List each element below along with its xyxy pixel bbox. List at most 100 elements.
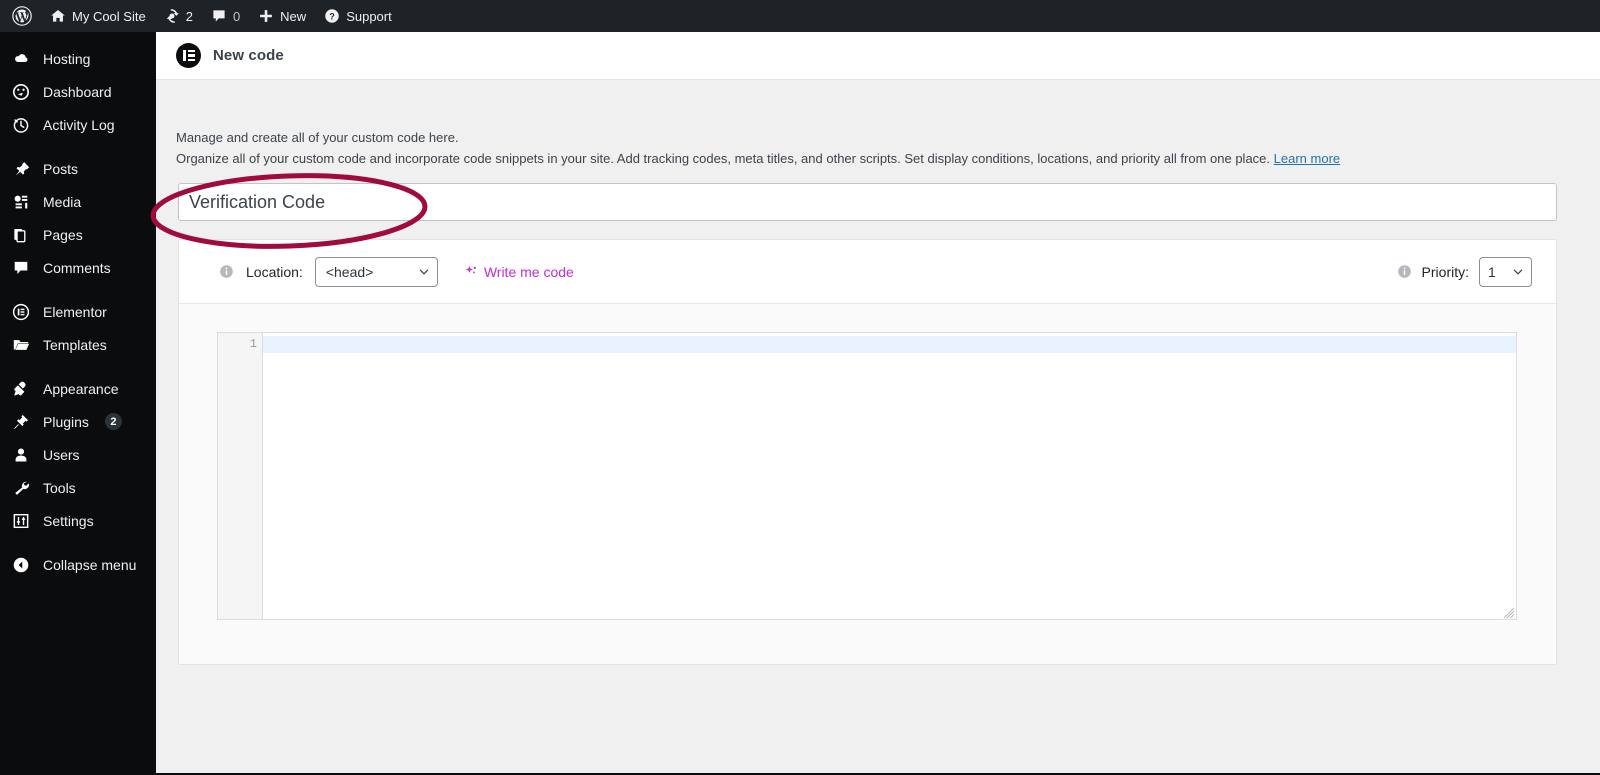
sidebar-item-tools[interactable]: Tools bbox=[0, 471, 155, 504]
sidebar-item-settings[interactable]: Settings bbox=[0, 504, 155, 537]
sidebar-separator bbox=[0, 361, 155, 372]
plus-icon bbox=[258, 8, 274, 24]
location-label: Location: bbox=[246, 263, 303, 280]
sidebar-item-label: Hosting bbox=[43, 50, 91, 67]
sidebar-item-label: Dashboard bbox=[43, 83, 112, 100]
user-icon bbox=[11, 446, 31, 464]
sidebar-item-activity-log[interactable]: Activity Log bbox=[0, 108, 155, 141]
resize-grip-icon[interactable] bbox=[1503, 606, 1515, 619]
wrench-icon bbox=[11, 479, 31, 497]
svg-text:?: ? bbox=[330, 12, 335, 22]
priority-label: Priority: bbox=[1421, 263, 1469, 280]
title-field-row bbox=[156, 169, 1600, 221]
comments-button[interactable]: 0 bbox=[202, 0, 249, 32]
sidebar-item-label: Plugins bbox=[43, 413, 89, 430]
sidebar-item-collapse-menu[interactable]: Collapse menu bbox=[0, 548, 155, 581]
updates-icon bbox=[164, 8, 180, 24]
elementor-icon bbox=[11, 303, 31, 321]
pin-icon bbox=[11, 160, 31, 178]
wp-admin-bar: My Cool Site 2 0 New ? Support bbox=[0, 0, 1600, 32]
sidebar-item-dashboard[interactable]: Dashboard bbox=[0, 75, 155, 108]
sidebar-item-label: Settings bbox=[43, 512, 94, 529]
support-button[interactable]: ? Support bbox=[315, 0, 401, 32]
site-name-label: My Cool Site bbox=[72, 8, 146, 24]
location-select[interactable]: <head> bbox=[314, 256, 438, 287]
description-line-2: Organize all of your custom code and inc… bbox=[176, 149, 1600, 169]
location-select-wrapper: <head> bbox=[314, 256, 438, 287]
plugins-update-badge: 2 bbox=[104, 413, 122, 430]
media-icon bbox=[11, 193, 31, 211]
location-controls: Location: <head> Write me code bbox=[219, 256, 574, 287]
updates-count: 2 bbox=[185, 8, 193, 24]
dashboard-gauge-icon bbox=[11, 83, 31, 101]
sidebar-item-label: Comments bbox=[43, 259, 111, 276]
updates-button[interactable]: 2 bbox=[155, 0, 202, 32]
code-settings-card: Location: <head> Write me code Priority:… bbox=[178, 239, 1557, 665]
paintbrush-icon bbox=[11, 380, 31, 398]
sidebar-separator bbox=[0, 141, 155, 152]
page-description: Manage and create all of your custom cod… bbox=[156, 80, 1600, 169]
sidebar-item-label: Activity Log bbox=[43, 116, 115, 133]
line-number: 1 bbox=[249, 337, 257, 351]
sidebar-item-posts[interactable]: Posts bbox=[0, 152, 155, 185]
sidebar-item-plugins[interactable]: Plugins 2 bbox=[0, 405, 155, 438]
sidebar-item-elementor[interactable]: Elementor bbox=[0, 295, 155, 328]
sidebar-item-pages[interactable]: Pages bbox=[0, 218, 155, 251]
wordpress-icon bbox=[12, 6, 32, 26]
support-label: Support bbox=[346, 8, 392, 24]
sidebar-item-label: Appearance bbox=[43, 380, 119, 397]
sidebar-item-media[interactable]: Media bbox=[0, 185, 155, 218]
priority-select-wrapper: 1 bbox=[1479, 256, 1532, 287]
pages-icon bbox=[11, 226, 31, 244]
sidebar-item-label: Tools bbox=[43, 479, 76, 496]
sidebar-item-label: Collapse menu bbox=[43, 556, 137, 573]
new-content-button[interactable]: New bbox=[249, 0, 315, 32]
info-icon[interactable] bbox=[219, 264, 234, 279]
write-me-code-button[interactable]: Write me code bbox=[464, 264, 574, 280]
plug-icon bbox=[11, 413, 31, 431]
learn-more-link[interactable]: Learn more bbox=[1274, 151, 1340, 166]
collapse-arrow-icon bbox=[11, 556, 31, 574]
sidebar-separator bbox=[0, 284, 155, 295]
priority-controls: Priority: 1 bbox=[1397, 256, 1532, 287]
comment-bubble-icon bbox=[11, 259, 31, 277]
page-header: New code bbox=[156, 32, 1600, 80]
sidebar-item-label: Media bbox=[43, 193, 82, 210]
question-mark-icon: ? bbox=[324, 8, 340, 24]
folder-icon bbox=[11, 336, 31, 354]
sidebar-item-label: Templates bbox=[43, 336, 107, 353]
write-me-code-label: Write me code bbox=[483, 263, 574, 280]
cloud-icon bbox=[11, 50, 31, 68]
sidebar-item-label: Posts bbox=[43, 160, 79, 177]
sidebar-item-users[interactable]: Users bbox=[0, 438, 155, 471]
sidebar-item-hosting[interactable]: Hosting bbox=[0, 42, 155, 75]
clock-icon bbox=[11, 116, 31, 134]
info-icon[interactable] bbox=[1397, 264, 1412, 279]
code-toolbar: Location: <head> Write me code Priority:… bbox=[179, 240, 1556, 304]
sidebar-item-templates[interactable]: Templates bbox=[0, 328, 155, 361]
comment-bubble-icon bbox=[211, 8, 227, 24]
admin-sidebar: Hosting Dashboard Activity Log Posts Med… bbox=[0, 32, 156, 775]
sidebar-item-appearance[interactable]: Appearance bbox=[0, 372, 155, 405]
comments-count: 0 bbox=[232, 8, 241, 24]
site-name-button[interactable]: My Cool Site bbox=[41, 0, 155, 32]
description-line-1: Manage and create all of your custom cod… bbox=[176, 130, 459, 145]
code-editor[interactable]: 1 bbox=[217, 332, 1517, 620]
sidebar-item-comments[interactable]: Comments bbox=[0, 251, 155, 284]
code-title-input[interactable] bbox=[178, 183, 1557, 221]
line-number-gutter: 1 bbox=[218, 333, 263, 619]
elementor-logo-icon bbox=[176, 43, 201, 68]
new-content-label: New bbox=[280, 8, 307, 24]
priority-select[interactable]: 1 bbox=[1479, 256, 1532, 287]
sidebar-separator bbox=[0, 537, 155, 548]
code-input-area[interactable] bbox=[263, 333, 1516, 619]
wordpress-logo-button[interactable] bbox=[0, 0, 41, 32]
page-title: New code bbox=[213, 47, 284, 64]
sidebar-item-label: Elementor bbox=[43, 303, 107, 320]
sliders-icon bbox=[11, 512, 31, 530]
main-content: New code Manage and create all of your c… bbox=[156, 32, 1600, 775]
sidebar-item-label: Pages bbox=[43, 226, 83, 243]
sidebar-item-label: Users bbox=[43, 446, 80, 463]
home-icon bbox=[50, 8, 66, 24]
